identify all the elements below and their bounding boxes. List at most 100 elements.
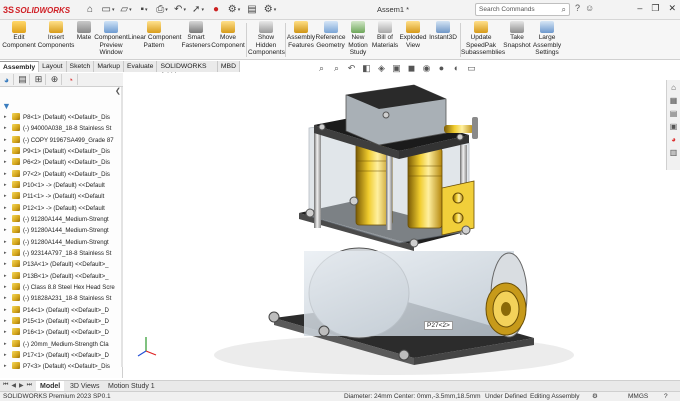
update-speedpak-button[interactable]: Update SpeedPak Subassemblies bbox=[461, 21, 505, 57]
search-icon[interactable]: ⌕ bbox=[562, 5, 566, 15]
expand-arrow-icon[interactable]: ▸ bbox=[4, 248, 7, 259]
search-commands-input[interactable]: Search Commands ⌕ bbox=[475, 3, 570, 16]
expand-arrow-icon[interactable]: ▸ bbox=[4, 157, 7, 168]
tree-item[interactable]: ▸ P14<1> (Default) <<Default>_D bbox=[0, 305, 121, 316]
display-manager-tab-icon[interactable]: ◔ bbox=[66, 74, 78, 85]
help-icon[interactable]: ? bbox=[575, 3, 580, 13]
solidworks-logo[interactable]: 3S SOLIDWORKS bbox=[3, 3, 70, 17]
expand-arrow-icon[interactable]: ▸ bbox=[4, 327, 7, 338]
tab-solidworks-add-ins[interactable]: SOLIDWORKS Add-Ins bbox=[157, 61, 218, 79]
tree-item[interactable]: ▸ (-) 91280A144_Medium-Strengt bbox=[0, 237, 121, 248]
expand-arrow-icon[interactable]: ▸ bbox=[4, 282, 7, 293]
expand-arrow-icon[interactable]: ▸ bbox=[4, 112, 7, 123]
tree-item[interactable]: ▸ (-) 20mm_Medium-Strength Cla bbox=[0, 339, 121, 350]
tab-evaluate[interactable]: Evaluate bbox=[124, 61, 158, 72]
home-icon[interactable]: ⌂ bbox=[84, 3, 96, 16]
tree-item[interactable]: ▸ P12<1> -> (Default) <<Default bbox=[0, 203, 121, 214]
file-explorer-icon[interactable]: ▤ bbox=[670, 109, 678, 118]
tab-layout[interactable]: Layout bbox=[39, 61, 67, 72]
move-component-button[interactable]: Move Component bbox=[211, 21, 245, 49]
tree-item[interactable]: ▸ P17<1> (Default) <<Default>_D bbox=[0, 350, 121, 361]
rebuild-icon[interactable]: ⚙ ▾ bbox=[228, 3, 240, 16]
next-tab-icon[interactable]: ▶ bbox=[19, 382, 24, 389]
graphics-area[interactable] bbox=[124, 73, 666, 378]
insert-components-button[interactable]: Insert Components bbox=[37, 21, 75, 49]
restore-icon[interactable]: ❐ bbox=[651, 3, 659, 14]
assembly-features-button[interactable]: Assembly Features bbox=[286, 21, 316, 49]
tab-mbd[interactable]: MBD bbox=[218, 61, 240, 72]
minimize-icon[interactable]: – bbox=[637, 3, 642, 14]
configuration-manager-tab-icon[interactable]: ⊞ bbox=[34, 74, 46, 85]
user-icon[interactable]: ☺ bbox=[585, 3, 594, 13]
close-icon[interactable]: ✕ bbox=[668, 3, 676, 14]
bill-of-materials-button[interactable]: Bill of Materials bbox=[371, 21, 399, 49]
dimxpert-tab-icon[interactable]: ⊕ bbox=[50, 74, 62, 85]
tree-item[interactable]: ▸ (-) 92314A797_18-8 Stainless St bbox=[0, 248, 121, 259]
instant3d-button[interactable]: Instant3D bbox=[428, 21, 458, 42]
prev-tab-icon[interactable]: ◀ bbox=[11, 382, 16, 389]
tree-item[interactable]: ▸ (-) 94000A038_18-8 Stainless St bbox=[0, 123, 121, 134]
reference-geometry-button[interactable]: Reference Geometry bbox=[315, 21, 346, 49]
status-help-icon[interactable]: ? bbox=[664, 392, 668, 401]
expand-arrow-icon[interactable]: ▸ bbox=[4, 214, 7, 225]
tree-item[interactable]: ▸ (-) Class 8.8 Steel Hex Head Scre bbox=[0, 282, 121, 293]
new-motion-study-button[interactable]: New Motion Study bbox=[345, 21, 371, 57]
unit-system[interactable]: MMGS bbox=[628, 392, 648, 401]
custom-properties-icon[interactable]: ▥ bbox=[670, 148, 678, 157]
expand-arrow-icon[interactable]: ▸ bbox=[4, 146, 7, 157]
tree-item[interactable]: ▸ P13B<1> (Default) <<Default>_ bbox=[0, 271, 121, 282]
solidworks-resources-icon[interactable]: ⌂ bbox=[671, 83, 676, 92]
tree-item[interactable]: ▸ (-) COPY 91967SA499_Grade 87 bbox=[0, 135, 121, 146]
tree-item[interactable]: ▸ P6<2> (Default) <<Default>_Dis bbox=[0, 157, 121, 168]
smart-fasteners-button[interactable]: Smart Fasteners bbox=[181, 21, 211, 49]
expand-arrow-icon[interactable]: ▸ bbox=[4, 271, 7, 282]
edit-component-button[interactable]: Edit Component bbox=[2, 21, 36, 49]
appearances-icon[interactable]: ◕ bbox=[671, 135, 676, 144]
tree-item[interactable]: ▸ P11<1> -> (Default) <<Default bbox=[0, 191, 121, 202]
mate-button[interactable]: Mate bbox=[74, 21, 94, 42]
tree-item[interactable]: ▸ P8<1> (Default) <<Default>_Dis bbox=[0, 112, 121, 123]
expand-arrow-icon[interactable]: ▸ bbox=[4, 316, 7, 327]
expand-arrow-icon[interactable]: ▸ bbox=[4, 123, 7, 134]
view-palette-icon[interactable]: ▣ bbox=[670, 122, 678, 131]
tree-item[interactable]: ▸ P7<2> (Default) <<Default>_Dis bbox=[0, 169, 121, 180]
tree-item[interactable]: ▸ (-) 91828A231_18-8 Stainless St bbox=[0, 293, 121, 304]
expand-arrow-icon[interactable]: ▸ bbox=[4, 135, 7, 146]
tree-item[interactable]: ▸ P9<1> (Default) <<Default>_Dis bbox=[0, 146, 121, 157]
expand-arrow-icon[interactable]: ▸ bbox=[4, 293, 7, 304]
tree-item[interactable]: ▸ P15<1> (Default) <<Default>_D bbox=[0, 316, 121, 327]
file-properties-icon[interactable]: ▤ bbox=[246, 3, 258, 16]
expand-arrow-icon[interactable]: ▸ bbox=[4, 237, 7, 248]
last-tab-icon[interactable]: ⏭ bbox=[27, 382, 32, 389]
expand-arrow-icon[interactable]: ▸ bbox=[4, 225, 7, 236]
print-icon[interactable]: ⎙ ▾ bbox=[156, 3, 168, 16]
tree-item[interactable]: ▸ P10<1> -> (Default) <<Default bbox=[0, 180, 121, 191]
save-icon[interactable]: ▪ ▾ bbox=[138, 3, 150, 16]
linear-component-pattern-button[interactable]: Linear Component Pattern bbox=[128, 21, 181, 49]
engine-assembly-model[interactable] bbox=[124, 73, 666, 378]
tree-item[interactable]: ▸ P7<3> (Default) <<Default>_Dis bbox=[0, 361, 121, 372]
tab-markup[interactable]: Markup bbox=[94, 61, 124, 72]
tree-item[interactable]: ▸ (-) 91280A144_Medium-Strengt bbox=[0, 225, 121, 236]
expand-arrow-icon[interactable]: ▸ bbox=[4, 361, 7, 372]
expand-arrow-icon[interactable]: ▸ bbox=[4, 191, 7, 202]
expand-arrow-icon[interactable]: ▸ bbox=[4, 169, 7, 180]
expand-arrow-icon[interactable]: ▸ bbox=[4, 350, 7, 361]
design-library-icon[interactable]: ▦ bbox=[670, 96, 678, 105]
expand-arrow-icon[interactable]: ▸ bbox=[4, 180, 7, 191]
large-assembly-settings-button[interactable]: Large Assembly Settings bbox=[531, 21, 563, 57]
expand-arrow-icon[interactable]: ▸ bbox=[4, 305, 7, 316]
undo-icon[interactable]: ↶ ▾ bbox=[174, 3, 186, 16]
new-file-icon[interactable]: ▭ ▾ bbox=[102, 3, 115, 16]
collapse-panel-icon[interactable]: ❮ bbox=[115, 87, 121, 95]
tree-scrollbar[interactable] bbox=[121, 87, 123, 367]
show-hidden-components-button[interactable]: Show Hidden Components bbox=[248, 21, 285, 57]
component-preview-window-button[interactable]: Component Preview Window bbox=[93, 21, 129, 57]
tab-assembly[interactable]: Assembly bbox=[0, 61, 40, 72]
expand-arrow-icon[interactable]: ▸ bbox=[4, 339, 7, 350]
tab-sketch[interactable]: Sketch bbox=[67, 61, 95, 72]
feature-tree-tab-icon[interactable]: ◕ bbox=[2, 74, 14, 85]
tree-item[interactable]: ▸ P13A<1> (Default) <<Default>_ bbox=[0, 259, 121, 270]
expand-arrow-icon[interactable]: ▸ bbox=[4, 259, 7, 270]
expand-arrow-icon[interactable]: ▸ bbox=[4, 203, 7, 214]
